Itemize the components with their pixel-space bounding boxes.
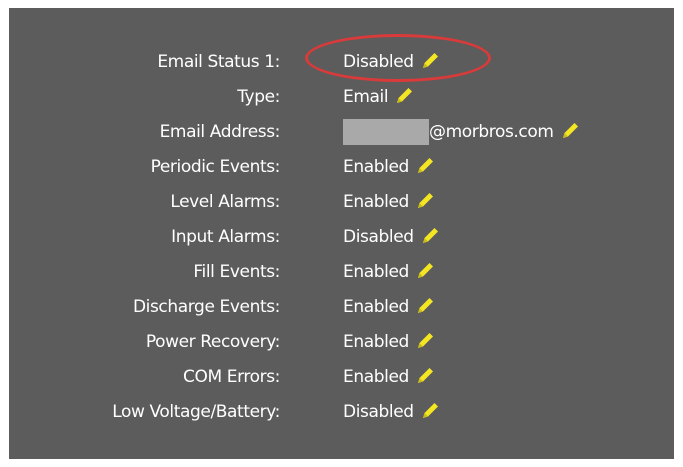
low-voltage-battery-value-group: Disabled xyxy=(343,399,440,425)
type-value-group: Email xyxy=(343,84,414,110)
power-recovery-value-group: Enabled xyxy=(343,329,435,355)
input-alarms-label: Input Alarms: xyxy=(171,227,280,247)
pencil-icon[interactable] xyxy=(420,399,440,423)
low-voltage-battery-value: Disabled xyxy=(343,402,414,422)
type-value: Email xyxy=(343,87,389,107)
pencil-icon[interactable] xyxy=(420,49,440,73)
power-recovery-label: Power Recovery: xyxy=(145,332,281,352)
pencil-icon[interactable] xyxy=(560,119,580,143)
level-alarms-label: Level Alarms: xyxy=(170,192,280,212)
redacted-block xyxy=(343,119,429,145)
com-errors-value-group: Enabled xyxy=(343,364,435,390)
fill-events-value: Enabled xyxy=(343,262,409,282)
row-discharge-events: Discharge Events: Enabled xyxy=(9,294,674,320)
periodic-events-label: Periodic Events: xyxy=(150,157,281,177)
pencil-icon[interactable] xyxy=(415,329,435,353)
pencil-icon[interactable] xyxy=(415,189,435,213)
row-type: Type: Email xyxy=(9,84,674,110)
level-alarms-value: Enabled xyxy=(343,192,409,212)
pencil-icon[interactable] xyxy=(415,364,435,388)
discharge-events-value: Enabled xyxy=(343,297,409,317)
level-alarms-value-group: Enabled xyxy=(343,189,435,215)
email-address-label: Email Address: xyxy=(159,122,281,142)
email-status-value: Disabled xyxy=(343,52,414,72)
pencil-icon[interactable] xyxy=(420,224,440,248)
row-fill-events: Fill Events: Enabled xyxy=(9,259,674,285)
pencil-icon[interactable] xyxy=(415,259,435,283)
row-com-errors: COM Errors: Enabled xyxy=(9,364,674,390)
com-errors-label: COM Errors: xyxy=(183,367,280,387)
email-address-value: @morbros.com xyxy=(429,122,554,142)
low-voltage-battery-label: Low Voltage/Battery: xyxy=(112,402,280,422)
email-address-value-group: @morbros.com xyxy=(343,119,580,145)
periodic-events-value: Enabled xyxy=(343,157,409,177)
pencil-icon[interactable] xyxy=(415,294,435,318)
row-email-address: Email Address: @morbros.com xyxy=(9,119,674,145)
row-input-alarms: Input Alarms: Disabled xyxy=(9,224,674,250)
email-status-value-group: Disabled xyxy=(343,49,440,75)
row-low-voltage-battery: Low Voltage/Battery: Disabled xyxy=(9,399,674,425)
discharge-events-value-group: Enabled xyxy=(343,294,435,320)
discharge-events-label: Discharge Events: xyxy=(132,297,280,317)
com-errors-value: Enabled xyxy=(343,367,409,387)
input-alarms-value: Disabled xyxy=(343,227,414,247)
fill-events-value-group: Enabled xyxy=(343,259,435,285)
row-level-alarms: Level Alarms: Enabled xyxy=(9,189,674,215)
row-email-status: Email Status 1: Disabled xyxy=(9,49,674,75)
email-settings-panel: Email Status 1: Disabled Type: Email Ema… xyxy=(9,8,674,459)
type-label: Type: xyxy=(237,87,280,107)
power-recovery-value: Enabled xyxy=(343,332,409,352)
row-periodic-events: Periodic Events: Enabled xyxy=(9,154,674,180)
pencil-icon[interactable] xyxy=(415,154,435,178)
pencil-icon[interactable] xyxy=(394,84,414,108)
fill-events-label: Fill Events: xyxy=(193,262,280,282)
input-alarms-value-group: Disabled xyxy=(343,224,440,250)
email-status-label: Email Status 1: xyxy=(157,52,280,72)
periodic-events-value-group: Enabled xyxy=(343,154,435,180)
row-power-recovery: Power Recovery: Enabled xyxy=(9,329,674,355)
